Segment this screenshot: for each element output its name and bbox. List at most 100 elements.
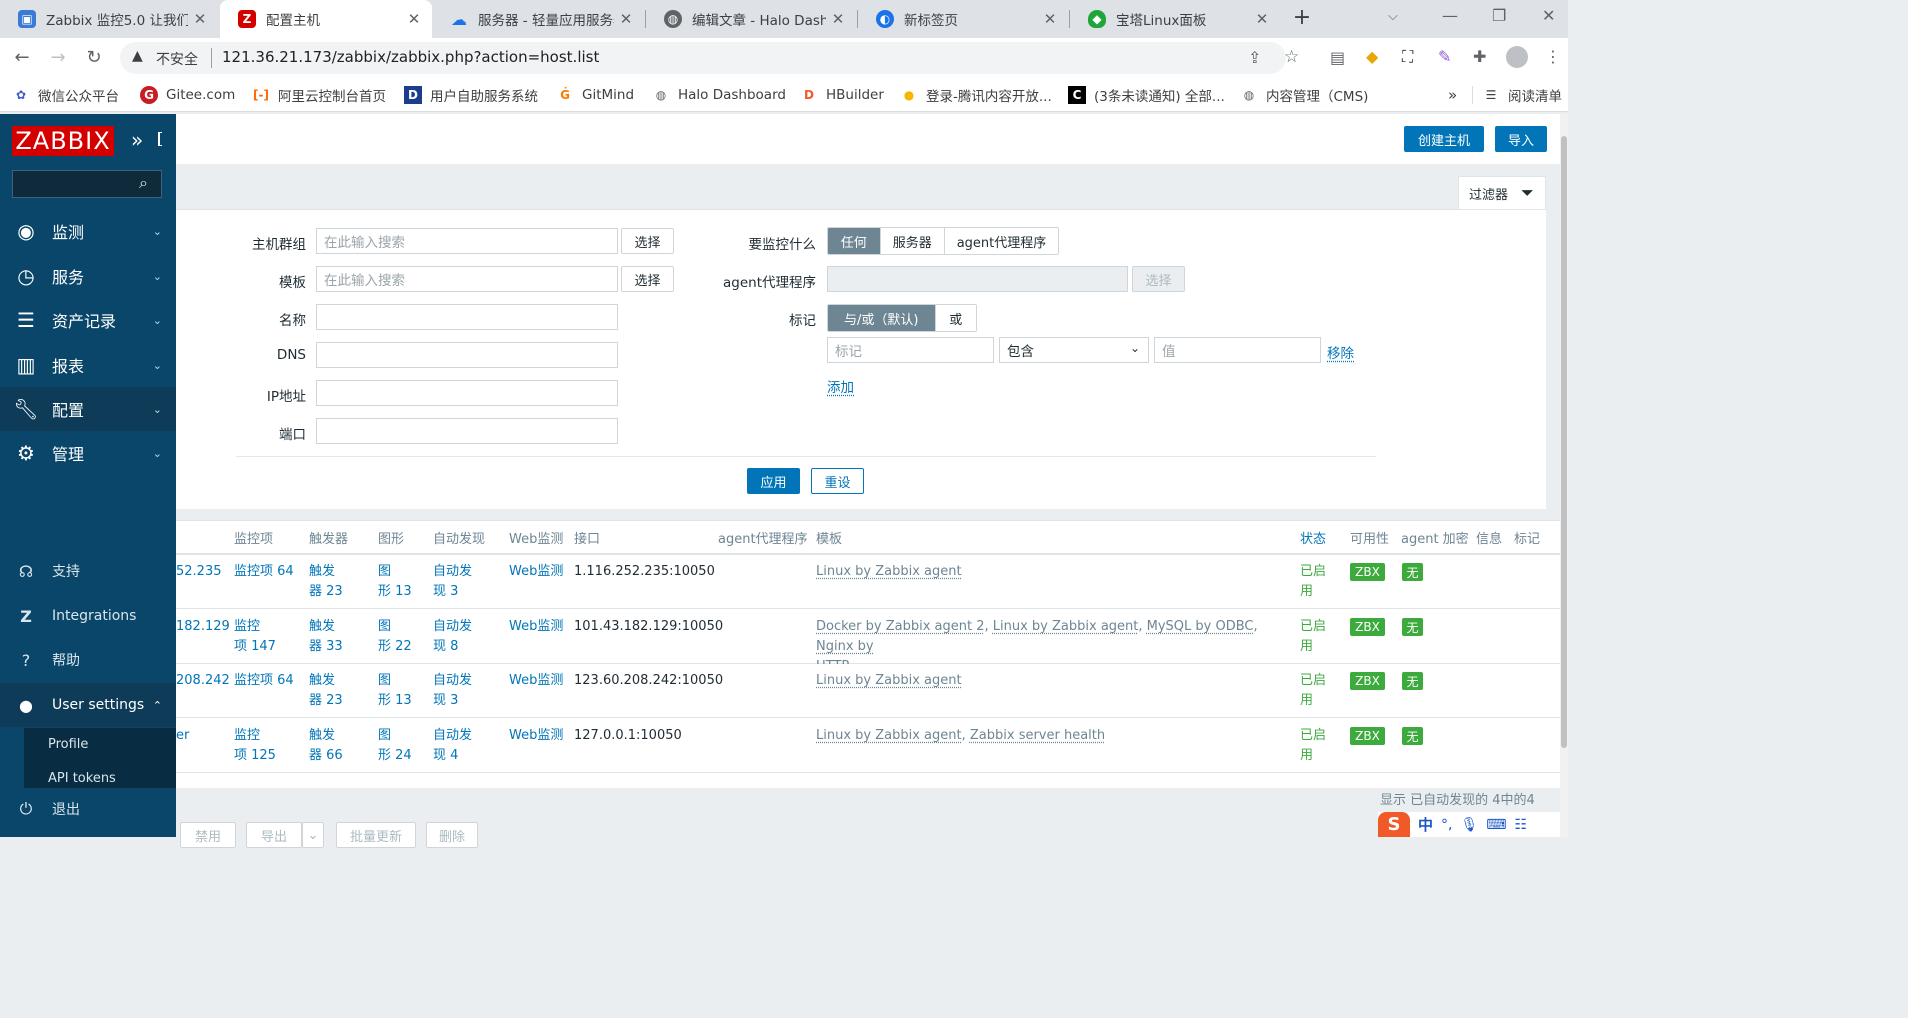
host-group-select-button[interactable]: 选择 [621,228,674,254]
browser-tab[interactable]: ◐ 新标签页 ✕ [858,0,1068,38]
delete-button[interactable]: 删除 [426,822,478,848]
sogou-logo-icon[interactable]: S [1378,812,1410,837]
keyboard-icon[interactable]: ⌨ [1486,817,1506,833]
reload-icon[interactable]: ↻ [82,46,106,70]
host-group-input[interactable]: 在此输入搜索 [316,228,618,254]
zbx-availability-badge[interactable]: ZBX [1350,727,1385,745]
menu-support[interactable]: ☊ 支持 [0,549,176,593]
template-select-button[interactable]: 选择 [621,266,674,292]
bookmark-item[interactable]: ◍ Halo Dashboard [652,78,786,112]
apply-button[interactable]: 应用 [747,468,800,494]
host-name-link[interactable]: er [176,726,189,746]
menu-logout[interactable]: ⏻ 退出 [0,787,176,831]
ime-menu-icon[interactable]: ☷ [1514,817,1527,833]
menu-configuration[interactable]: 🔧︎ 配置 ⌄ [0,387,176,431]
tag-remove-link[interactable]: 移除 [1327,342,1354,362]
items-link[interactable]: 监控项 125 [234,726,276,766]
triggers-link[interactable]: 触发器 33 [309,617,343,657]
browser-tab[interactable]: ◍ 编辑文章 - Halo Dashb ✕ [646,0,856,38]
tag-eval-and-or[interactable]: 与/或（默认) [828,305,936,331]
close-icon[interactable]: ✕ [614,10,638,28]
discovery-link[interactable]: 自动发现 3 [433,562,472,602]
ime-lang[interactable]: 中 [1418,814,1433,835]
kiosk-icon[interactable] [158,132,162,146]
zbx-availability-badge[interactable]: ZBX [1350,618,1385,636]
menu-integrations[interactable]: Z Integrations [0,594,176,638]
bookmark-item[interactable]: D HBuilder [800,78,884,112]
star-icon[interactable]: ☆ [1284,47,1299,67]
items-link[interactable]: 监控项 147 [234,617,276,657]
template-link[interactable]: Linux by Zabbix agent [816,728,962,743]
template-link[interactable]: Linux by Zabbix agent [816,562,962,582]
reset-button[interactable]: 重设 [811,468,864,494]
profile-avatar-icon[interactable] [1506,46,1528,68]
ime-punct[interactable]: °, [1441,817,1452,833]
status-link[interactable]: 已启用 [1300,726,1326,766]
status-link[interactable]: 已启用 [1300,562,1326,602]
graphs-link[interactable]: 图形 22 [378,617,412,657]
discovery-link[interactable]: 自动发现 8 [433,617,472,657]
port-input[interactable] [316,418,618,444]
host-name-link[interactable]: 208.242 [176,671,230,691]
dns-input[interactable] [316,342,618,368]
close-icon[interactable]: ✕ [1250,10,1274,28]
sidebar-search-input[interactable]: ⌕ [12,170,162,198]
submenu-profile[interactable]: Profile [48,737,88,752]
ip-input[interactable] [316,380,618,406]
zbx-availability-badge[interactable]: ZBX [1350,672,1385,690]
monitored-by-proxy[interactable]: agent代理程序 [945,228,1058,254]
web-link[interactable]: Web监测 [509,671,563,691]
browser-tab[interactable]: ▣ Zabbix 监控5.0 让我们I ✕ [0,0,218,38]
triggers-link[interactable]: 触发器 23 [309,562,343,602]
disable-button[interactable]: 禁用 [180,822,236,848]
share-icon[interactable]: ⇪ [1248,48,1261,67]
items-link[interactable]: 监控项 64 [234,562,294,582]
url-text[interactable]: 121.36.21.173/zabbix/zabbix.php?action=h… [222,48,599,66]
items-link[interactable]: 监控项 64 [234,671,294,691]
monitored-by-any[interactable]: 任何 [828,228,881,254]
pen-extension-icon[interactable]: ✎ [1438,47,1451,66]
new-tab-plus-icon[interactable]: + [1290,7,1314,31]
collapse-sidebar-icon[interactable]: » [131,128,143,152]
minimize-icon[interactable]: — [1442,6,1458,25]
submenu-api-tokens[interactable]: API tokens [48,771,116,786]
window-close-icon[interactable]: ✕ [1542,6,1555,25]
template-link[interactable]: Docker by Zabbix agent 2 [816,619,985,634]
tag-operator-select[interactable]: 包含 ⌄ [999,337,1149,363]
bookmark-item[interactable]: D 用户自助服务系统 [404,78,538,112]
host-name-link[interactable]: 182.129 [176,617,230,637]
bookmark-item[interactable]: G Gitee.com [140,78,235,112]
discovery-link[interactable]: 自动发现 3 [433,671,472,711]
import-button[interactable]: 导入 [1495,126,1547,152]
col-header-status[interactable]: 状态 [1300,521,1326,553]
tag-name-input[interactable]: 标记 [827,337,994,363]
extensions-puzzle-icon[interactable]: ✚ [1473,47,1486,66]
bookmark-item[interactable]: ✿ 微信公众平台 [12,78,119,112]
menu-user-settings[interactable]: ● User settings ⌃ [0,683,176,727]
menu-help[interactable]: ? 帮助 [0,638,176,682]
browser-tab-active[interactable]: Z 配置主机 ✕ [220,0,432,38]
bookmarks-overflow[interactable]: » [1448,78,1457,112]
bookmark-item[interactable]: [-] 阿里云控制台首页 [252,78,386,112]
restore-icon[interactable]: ❐ [1492,6,1506,25]
menu-administration[interactable]: ⚙ 管理 ⌄ [0,431,176,475]
page-scrollbar[interactable] [1560,114,1568,837]
forward-icon[interactable]: → [46,46,70,70]
status-link[interactable]: 已启用 [1300,617,1326,657]
create-host-button[interactable]: 创建主机 [1404,126,1484,152]
browser-menu-icon[interactable]: ⋮ [1545,47,1561,66]
zbx-availability-badge[interactable]: ZBX [1350,563,1385,581]
web-link[interactable]: Web监测 [509,726,563,746]
menu-inventory[interactable]: ☰ 资产记录 ⌄ [0,298,176,342]
template-link[interactable]: Zabbix server health [970,728,1105,743]
bookmark-item[interactable]: ◍ 内容管理（CMS) [1240,78,1369,112]
web-link[interactable]: Web监测 [509,562,563,582]
graphs-link[interactable]: 图形 13 [378,562,412,602]
close-icon[interactable]: ✕ [188,10,212,28]
microphone-icon[interactable]: 🎙︎ [1460,817,1478,833]
browser-tab[interactable]: ☁ 服务器 - 轻量应用服务器 ✕ [432,0,644,38]
template-input[interactable]: 在此输入搜索 [316,266,618,292]
monitored-by-server[interactable]: 服务器 [881,228,945,254]
export-dropdown-chevron-icon[interactable]: ⌄ [302,822,324,848]
bookmark-item[interactable]: ● 登录-腾讯内容开放... [900,78,1052,112]
